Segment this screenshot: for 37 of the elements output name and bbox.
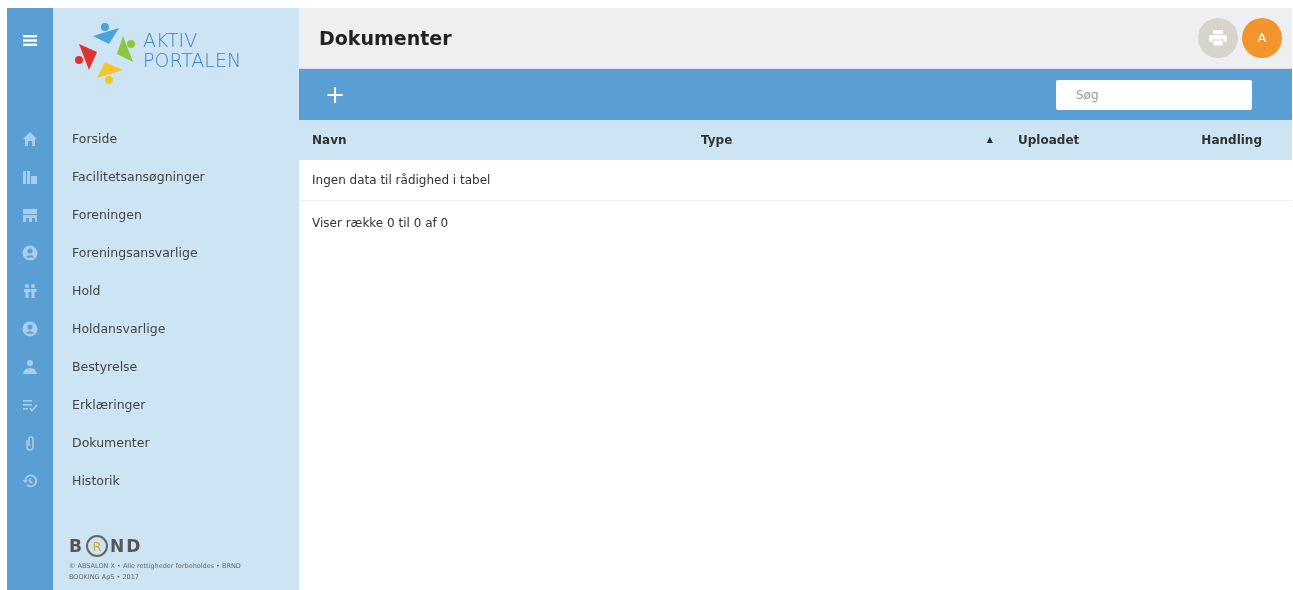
column-header[interactable]: Type [701, 131, 733, 149]
logo-text: AKTIV [143, 30, 199, 50]
brand-logo-text: ND [109, 534, 143, 558]
sidebar-item[interactable]: Erklæringer [53, 386, 299, 424]
store-icon[interactable] [22, 207, 38, 223]
brand-logo-text: B [69, 534, 84, 558]
column-header[interactable]: Uploadet [1018, 131, 1080, 149]
checklist-icon[interactable] [22, 397, 38, 413]
person-icon[interactable] [22, 359, 38, 375]
table-info: Viser række 0 til 0 af 0 [311, 215, 449, 232]
sidebar-item[interactable]: Foreningsansvarlige [53, 234, 299, 272]
user-circle-icon[interactable] [22, 245, 38, 261]
logo-text: PORTALEN [143, 50, 242, 70]
history-icon[interactable] [22, 473, 38, 489]
print-button[interactable] [1198, 18, 1238, 58]
page-title: Dokumenter [319, 25, 452, 51]
home-icon[interactable] [22, 131, 38, 147]
sidebar-item[interactable]: Bestyrelse [53, 348, 299, 386]
sidebar-item[interactable]: Historik [53, 462, 299, 500]
logo-icon [75, 22, 137, 84]
sidebar-item[interactable]: Dokumenter [53, 424, 299, 462]
search-field[interactable]: Søg [1056, 79, 1252, 110]
user-circle-icon[interactable] [22, 321, 38, 337]
brand-logo-mark: R [85, 535, 108, 558]
empty-message: Ingen data til rådighed i tabel [299, 160, 1292, 201]
sidebar-item[interactable]: Holdansvarlige [53, 310, 299, 348]
sidebar-item[interactable]: Facilitetsansøgninger [53, 158, 299, 196]
printer-icon [1209, 30, 1227, 46]
people-icon[interactable] [22, 283, 38, 299]
sidebar-item[interactable]: Foreningen [53, 196, 299, 234]
buildings-icon[interactable] [22, 169, 38, 185]
column-header[interactable]: Navn [312, 131, 347, 149]
column-header[interactable]: Handling [1201, 131, 1262, 149]
sidebar-item[interactable]: Hold [53, 272, 299, 310]
sort-indicator[interactable]: ▲ [986, 134, 993, 146]
sidebar-item[interactable]: Forside [53, 120, 299, 158]
menu-icon[interactable] [23, 35, 37, 46]
